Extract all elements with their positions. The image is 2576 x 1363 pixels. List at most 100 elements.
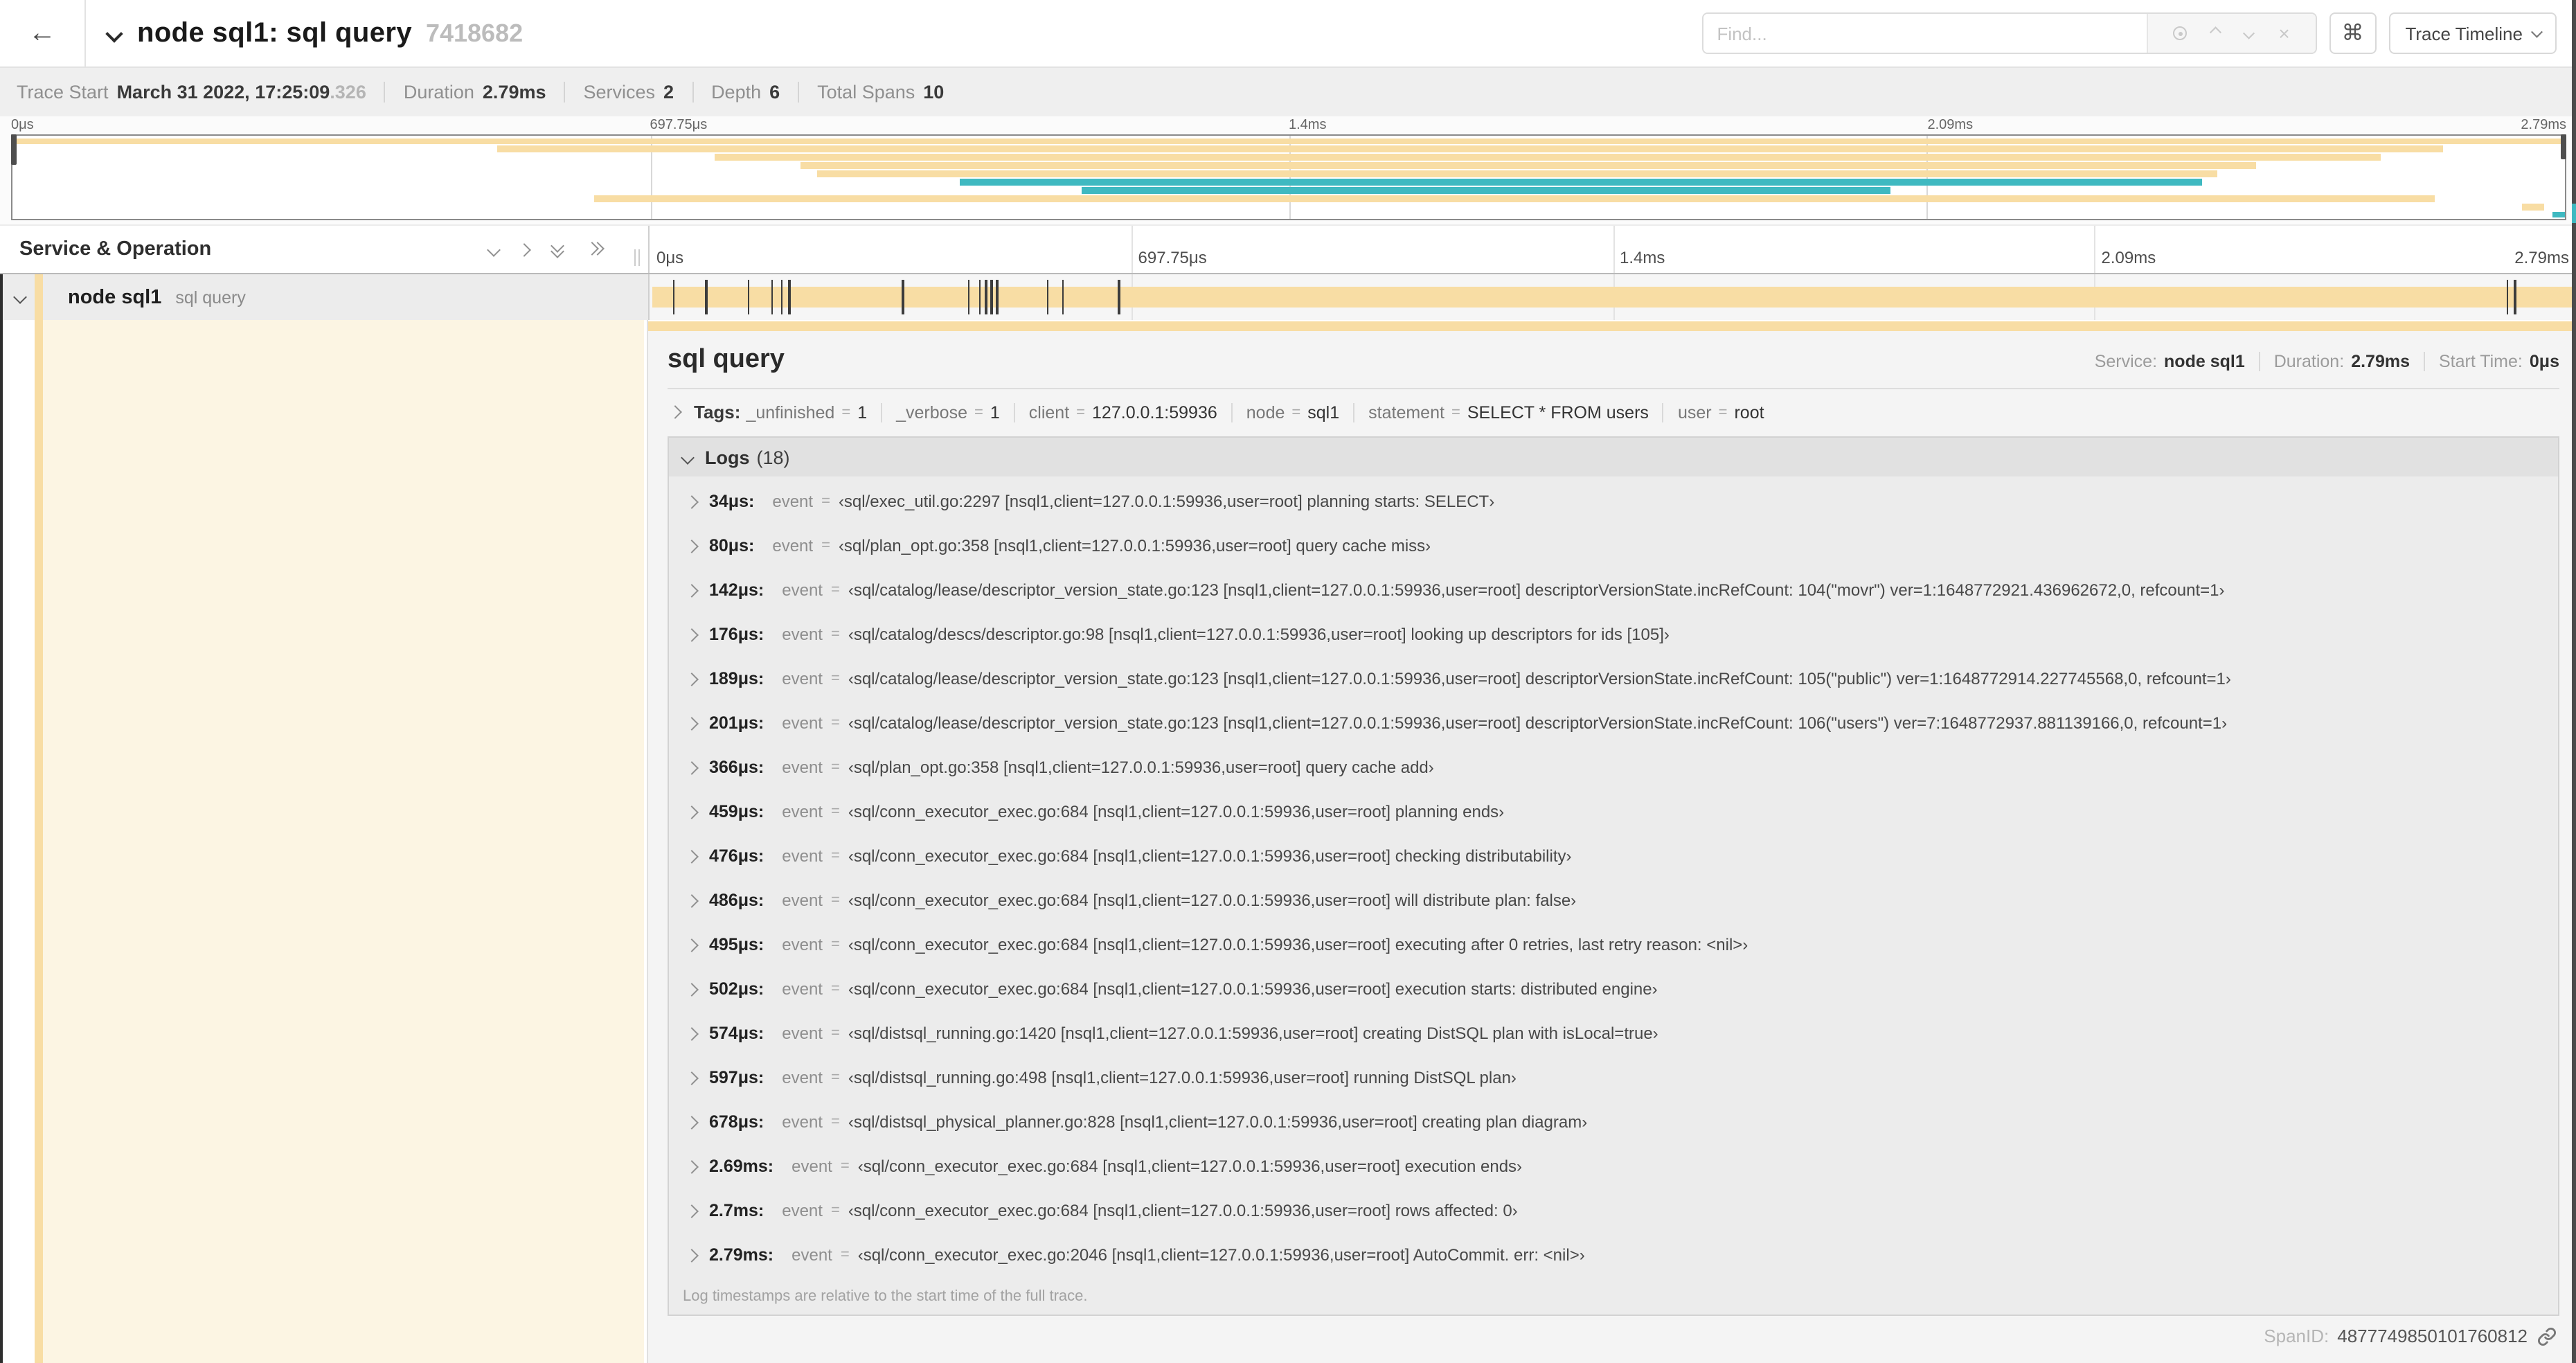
collapse-one-icon[interactable]: [487, 242, 501, 256]
log-entry[interactable]: 574μs: event = ‹sql/distsql_running.go:1420…: [669, 1011, 2558, 1055]
log-expand-chevron-icon[interactable]: [685, 760, 699, 774]
span-operation-name: sql query: [175, 287, 246, 307]
log-expand-chevron-icon[interactable]: [685, 805, 699, 819]
span-row[interactable]: node sql1 sql query: [0, 274, 2576, 320]
log-expand-chevron-icon[interactable]: [685, 1071, 699, 1085]
locate-icon[interactable]: [2173, 26, 2188, 40]
tag-separator: [1662, 402, 1664, 422]
tag-item[interactable]: client = 127.0.0.1:59936: [1029, 402, 1217, 422]
log-field-value: ‹sql/plan_opt.go:358 [nsql1,client=127.0…: [848, 758, 1434, 777]
log-entry[interactable]: 476μs: event = ‹sql/conn_executor_exec.go:6…: [669, 834, 2558, 878]
collapse-all-icon[interactable]: [550, 239, 566, 258]
log-expand-chevron-icon[interactable]: [685, 583, 699, 597]
log-field-value: ‹sql/conn_executor_exec.go:684 [nsql1,cl…: [857, 1157, 1523, 1176]
tags-row[interactable]: Tags: _unfinished = 1 _verbose = 1 client = 127.…: [668, 389, 2559, 432]
log-entry[interactable]: 2.7ms: event = ‹sql/conn_executor_exec.go:6…: [669, 1188, 2558, 1233]
log-expand-chevron-icon[interactable]: [685, 893, 699, 907]
find-clear-icon[interactable]: ×: [2278, 24, 2289, 43]
keyboard-shortcuts-button[interactable]: ⌘: [2329, 12, 2377, 54]
collapse-trace-chevron-icon[interactable]: [105, 24, 123, 42]
log-entry[interactable]: 2.69ms: event = ‹sql/conn_executor_exec.go:…: [669, 1144, 2558, 1188]
log-expand-chevron-icon[interactable]: [685, 1159, 699, 1173]
back-button[interactable]: ←: [0, 0, 86, 66]
log-entry[interactable]: 80μs: event = ‹sql/plan_opt.go:358 [nsql1,c…: [669, 524, 2558, 568]
tag-value: 127.0.0.1:59936: [1092, 402, 1217, 422]
log-entry[interactable]: 495μs: event = ‹sql/conn_executor_exec.go:6…: [669, 923, 2558, 967]
expand-all-icon[interactable]: [585, 241, 605, 258]
log-entry[interactable]: 597μs: event = ‹sql/distsql_running.go:498 …: [669, 1055, 2558, 1100]
log-entry[interactable]: 2.79ms: event = ‹sql/conn_executor_exec.go:…: [669, 1233, 2558, 1277]
minimap-canvas[interactable]: [11, 134, 2566, 220]
span-id-label: SpanID:: [2264, 1326, 2329, 1346]
log-entry[interactable]: 486μs: event = ‹sql/conn_executor_exec.go:6…: [669, 878, 2558, 923]
tag-key: statement: [1368, 402, 1444, 422]
summary-item: Trace Start March 31 2022, 17:25:09.326: [17, 82, 366, 103]
log-entry[interactable]: 34μs: event = ‹sql/exec_util.go:2297 [nsql1…: [669, 479, 2558, 524]
minimap-ruler: 0μs 697.75μs 1.4ms 2.09ms 2.79ms: [11, 118, 2566, 134]
log-expand-chevron-icon[interactable]: [685, 495, 699, 508]
logs-collapse-chevron-icon[interactable]: [681, 450, 695, 464]
log-tick: [771, 280, 773, 314]
find-input[interactable]: [1703, 14, 2147, 53]
find-next-icon[interactable]: [2244, 28, 2255, 39]
span-duration-bar[interactable]: [652, 287, 2573, 308]
log-expand-chevron-icon[interactable]: [685, 938, 699, 952]
minimap-span-bar: [2521, 203, 2545, 211]
log-expand-chevron-icon[interactable]: [685, 539, 699, 553]
span-collapse-chevron-icon[interactable]: [13, 290, 27, 304]
column-resize-grip[interactable]: [634, 249, 640, 266]
minimap-span-row: [12, 145, 2565, 154]
log-entry[interactable]: 142μs: event = ‹sql/catalog/lease/descripto…: [669, 568, 2558, 612]
summary-separator: [692, 82, 694, 103]
log-equals: =: [830, 1114, 840, 1130]
log-entry[interactable]: 201μs: event = ‹sql/catalog/lease/descripto…: [669, 701, 2558, 745]
tag-item[interactable]: _verbose = 1: [896, 402, 1000, 422]
minimap-span-row: [12, 137, 2565, 145]
log-entry[interactable]: 502μs: event = ‹sql/conn_executor_exec.go:6…: [669, 967, 2558, 1011]
log-expand-chevron-icon[interactable]: [685, 672, 699, 686]
log-field-value: ‹sql/conn_executor_exec.go:684 [nsql1,cl…: [848, 846, 1572, 866]
span-timeline-cell[interactable]: [648, 274, 2576, 320]
minimap-left-scrubber[interactable]: [11, 134, 17, 165]
log-equals: =: [830, 936, 840, 953]
tag-value: 1: [990, 402, 1000, 422]
log-entry[interactable]: 189μs: event = ‹sql/catalog/lease/descripto…: [669, 657, 2558, 701]
tag-item[interactable]: user = root: [1678, 402, 1764, 422]
minimap-right-scrubber[interactable]: [2561, 134, 2566, 159]
log-expand-chevron-icon[interactable]: [685, 1248, 699, 1262]
ruler-label: 0μs: [11, 118, 34, 133]
find-prev-icon[interactable]: [2210, 28, 2222, 39]
expand-collapse-controls: [487, 239, 605, 258]
trace-view-selector[interactable]: Trace Timeline: [2388, 12, 2557, 54]
log-expand-chevron-icon[interactable]: [685, 982, 699, 996]
deep-link-icon[interactable]: [2537, 1326, 2557, 1346]
log-field-key: event: [782, 846, 823, 866]
log-expand-chevron-icon[interactable]: [685, 849, 699, 863]
log-entry[interactable]: 459μs: event = ‹sql/conn_executor_exec.go:6…: [669, 790, 2558, 834]
log-equals: =: [830, 981, 840, 997]
summary-label: Depth: [711, 82, 762, 103]
log-entry[interactable]: 176μs: event = ‹sql/catalog/descs/descripto…: [669, 612, 2558, 657]
log-field-value: ‹sql/catalog/lease/descriptor_version_st…: [848, 669, 2231, 688]
tag-item[interactable]: _unfinished = 1: [746, 402, 867, 422]
span-name-cell[interactable]: node sql1 sql query: [0, 274, 648, 320]
tag-item[interactable]: statement = SELECT * FROM users: [1368, 402, 1649, 422]
summary-value: 2.79ms: [482, 82, 546, 103]
log-entry[interactable]: 366μs: event = ‹sql/plan_opt.go:358 [nsql1,…: [669, 745, 2558, 790]
log-expand-chevron-icon[interactable]: [685, 1026, 699, 1040]
log-expand-chevron-icon[interactable]: [685, 1204, 699, 1218]
vertical-scrollbar[interactable]: [2572, 0, 2576, 1363]
log-expand-chevron-icon[interactable]: [685, 1115, 699, 1129]
detail-left-column: [0, 320, 648, 1363]
expand-one-icon[interactable]: [517, 242, 531, 256]
log-entry[interactable]: 678μs: event = ‹sql/distsql_physical_planne…: [669, 1100, 2558, 1144]
tags-expand-chevron-icon[interactable]: [668, 405, 682, 419]
log-timestamp: 2.79ms:: [709, 1245, 774, 1265]
logs-header[interactable]: Logs (18): [669, 438, 2558, 476]
minimap-span-bar: [594, 195, 2435, 202]
tag-item[interactable]: node = sql1: [1246, 402, 1339, 422]
summary-value: March 31 2022, 17:25:09: [116, 82, 330, 103]
meta-separator: [2424, 352, 2425, 371]
log-expand-chevron-icon[interactable]: [685, 716, 699, 730]
log-expand-chevron-icon[interactable]: [685, 627, 699, 641]
